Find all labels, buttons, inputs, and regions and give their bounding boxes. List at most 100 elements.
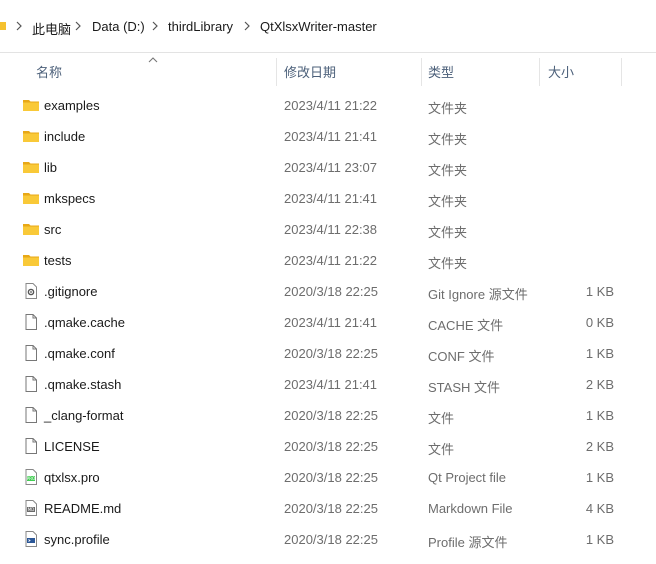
file-date-modified: 2020/3/18 22:25 <box>284 532 378 547</box>
file-date-modified: 2020/3/18 22:25 <box>284 408 378 423</box>
svg-text:PRO: PRO <box>27 476 36 481</box>
file-size: 1 KB <box>585 408 614 423</box>
file-name: README.md <box>44 501 122 516</box>
file-size: 1 KB <box>585 284 614 299</box>
file-type: 文件夹 <box>428 225 468 240</box>
markdown-file-icon: MD <box>22 499 40 517</box>
file-row[interactable]: .qmake.cache 2023/4/11 21:41 CACHE 文件 0 KB <box>0 307 656 338</box>
file-date-modified: 2023/4/11 21:41 <box>284 129 378 144</box>
file-date-modified: 2020/3/18 22:25 <box>284 470 378 485</box>
file-icon <box>22 313 40 331</box>
file-type: 文件夹 <box>428 194 468 209</box>
file-date-modified: 2020/3/18 22:25 <box>284 501 378 516</box>
file-icon <box>22 437 40 455</box>
file-date-modified: 2023/4/11 21:41 <box>284 377 378 392</box>
column-type[interactable]: 类型 <box>428 58 454 88</box>
file-name: tests <box>44 253 72 268</box>
file-date-modified: 2023/4/11 21:22 <box>284 253 378 268</box>
breadcrumb-current-folder[interactable]: QtXlsxWriter-master <box>260 19 377 34</box>
file-row[interactable]: src 2023/4/11 22:38 文件夹 <box>0 214 656 245</box>
file-size: 1 KB <box>585 346 614 361</box>
column-date-modified[interactable]: 修改日期 <box>284 58 336 88</box>
folder-icon <box>22 158 40 176</box>
chevron-right-icon[interactable] <box>150 18 160 34</box>
qt-pro-file-icon: PRO <box>22 468 40 486</box>
file-type: Markdown File <box>428 501 513 516</box>
file-date-modified: 2023/4/11 23:07 <box>284 160 378 175</box>
file-size: 2 KB <box>585 439 614 454</box>
file-date-modified: 2023/4/11 21:22 <box>284 98 378 113</box>
file-row[interactable]: MD README.md 2020/3/18 22:25 Markdown File 4… <box>0 493 656 524</box>
file-type: 文件夹 <box>428 256 468 271</box>
file-row[interactable]: examples 2023/4/11 21:22 文件夹 <box>0 90 656 121</box>
file-date-modified: 2023/4/11 21:41 <box>284 315 378 330</box>
file-name: _clang-format <box>44 408 124 423</box>
file-type: STASH 文件 <box>428 380 500 395</box>
file-date-modified: 2023/4/11 22:38 <box>284 222 378 237</box>
column-name[interactable]: 名称 <box>36 58 62 88</box>
file-row[interactable]: LICENSE 2020/3/18 22:25 文件 2 KB <box>0 431 656 462</box>
file-size: 1 KB <box>585 532 614 547</box>
file-row[interactable]: .qmake.stash 2023/4/11 21:41 STASH 文件 2 KB <box>0 369 656 400</box>
chevron-right-icon[interactable] <box>73 18 83 34</box>
chevron-right-icon[interactable] <box>14 18 24 34</box>
file-type: Qt Project file <box>428 470 507 485</box>
file-date-modified: 2020/3/18 22:25 <box>284 439 378 454</box>
file-name: src <box>44 222 62 237</box>
script-file-icon <box>22 530 40 548</box>
file-icon <box>22 406 40 424</box>
file-row[interactable]: .qmake.conf 2020/3/18 22:25 CONF 文件 1 KB <box>0 338 656 369</box>
file-row[interactable]: tests 2023/4/11 21:22 文件夹 <box>0 245 656 276</box>
folder-icon <box>22 189 40 207</box>
svg-text:MD: MD <box>28 507 35 512</box>
file-type: 文件夹 <box>428 163 468 178</box>
file-size: 2 KB <box>585 377 614 392</box>
file-type: Profile 源文件 <box>428 535 508 550</box>
file-row[interactable]: .gitignore 2020/3/18 22:25 Git Ignore 源文件 1… <box>0 276 656 307</box>
breadcrumb-drive[interactable]: Data (D:) <box>92 19 145 34</box>
file-name: examples <box>44 98 100 113</box>
file-type: Git Ignore 源文件 <box>428 287 528 302</box>
chevron-right-icon[interactable] <box>242 18 252 34</box>
file-row[interactable]: PRO qtxlsx.pro 2020/3/18 22:25 Qt Project f… <box>0 462 656 493</box>
folder-icon <box>22 96 40 114</box>
file-size: 1 KB <box>585 470 614 485</box>
folder-icon <box>0 22 6 30</box>
breadcrumb-thirdlibrary[interactable]: thirdLibrary <box>168 19 233 34</box>
folder-icon <box>22 251 40 269</box>
file-name: lib <box>44 160 58 175</box>
file-type: 文件 <box>428 411 455 426</box>
file-name: .qmake.stash <box>44 377 122 392</box>
column-header: 名称 修改日期 类型 大小 <box>0 57 656 88</box>
file-row[interactable]: mkspecs 2023/4/11 21:41 文件夹 <box>0 183 656 214</box>
file-name: qtxlsx.pro <box>44 470 100 485</box>
file-row[interactable]: include 2023/4/11 21:41 文件夹 <box>0 121 656 152</box>
file-type: 文件 <box>428 442 455 457</box>
file-name: .qmake.cache <box>44 315 125 330</box>
file-date-modified: 2023/4/11 21:41 <box>284 191 378 206</box>
column-size[interactable]: 大小 <box>548 58 574 88</box>
gear-file-icon <box>22 282 40 300</box>
file-row[interactable]: sync.profile 2020/3/18 22:25 Profile 源文件 1 … <box>0 524 656 555</box>
file-type: CONF 文件 <box>428 349 495 364</box>
breadcrumb-this-pc[interactable]: 此电脑 <box>32 19 71 38</box>
file-icon <box>22 375 40 393</box>
file-row[interactable]: _clang-format 2020/3/18 22:25 文件 1 KB <box>0 400 656 431</box>
file-type: 文件夹 <box>428 132 468 147</box>
file-date-modified: 2020/3/18 22:25 <box>284 346 378 361</box>
folder-icon <box>22 127 40 145</box>
file-size: 4 KB <box>585 501 614 516</box>
file-type: CACHE 文件 <box>428 318 504 333</box>
file-name: .gitignore <box>44 284 98 299</box>
file-type: 文件夹 <box>428 101 468 116</box>
file-icon <box>22 344 40 362</box>
file-name: .qmake.conf <box>44 346 115 361</box>
file-name: sync.profile <box>44 532 110 547</box>
file-date-modified: 2020/3/18 22:25 <box>284 284 378 299</box>
sort-up-icon <box>148 57 158 63</box>
breadcrumb: 此电脑 Data (D:) thirdLibrary QtXlsxWriter-… <box>0 0 656 53</box>
file-name: include <box>44 129 86 144</box>
file-row[interactable]: lib 2023/4/11 23:07 文件夹 <box>0 152 656 183</box>
file-name: LICENSE <box>44 439 100 454</box>
file-size: 0 KB <box>585 315 614 330</box>
